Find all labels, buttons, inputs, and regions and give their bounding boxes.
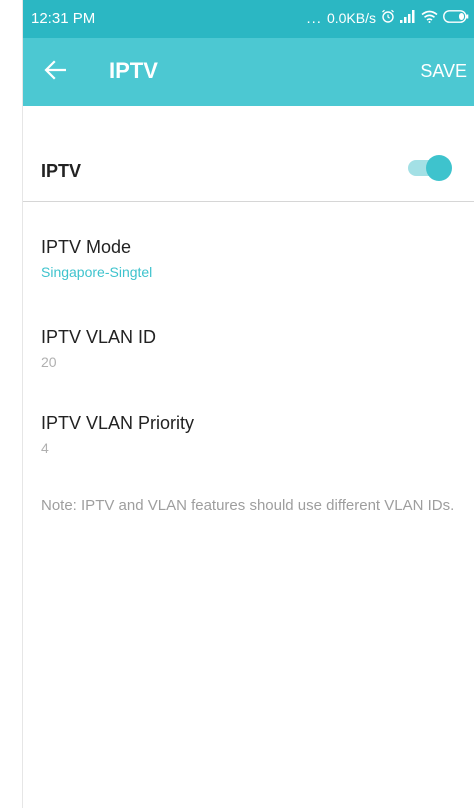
iptv-toggle-switch[interactable]: [408, 153, 454, 181]
setting-value: 20: [41, 354, 57, 370]
app-screen: 12:31 PM ... 0.0KB/s IPTV SAVE IPTV IPTV…: [22, 0, 474, 808]
device-frame: 12:31 PM ... 0.0KB/s IPTV SAVE IPTV IPTV…: [0, 0, 474, 808]
network-speed: 0.0KB/s: [326, 10, 376, 26]
iptv-toggle-label: IPTV: [41, 161, 82, 181]
back-button[interactable]: [37, 54, 73, 90]
setting-iptv-vlan-id[interactable]: IPTV VLAN ID 20: [41, 326, 461, 371]
battery-icon: [443, 9, 469, 27]
left-margin: [0, 0, 22, 808]
setting-title: IPTV Mode: [41, 237, 132, 257]
toggle-thumb: [426, 155, 452, 181]
page-title: IPTV: [109, 58, 158, 83]
setting-iptv-vlan-priority[interactable]: IPTV VLAN Priority 4: [41, 412, 461, 457]
save-button[interactable]: SAVE: [420, 61, 467, 82]
status-time: 12:31 PM: [31, 10, 96, 27]
iptv-toggle-row: IPTV: [23, 138, 474, 200]
setting-value: 4: [41, 440, 49, 456]
app-bar: IPTV SAVE: [23, 38, 474, 106]
setting-title: IPTV VLAN ID: [41, 327, 157, 347]
vlan-note: Note: IPTV and VLAN features should use …: [41, 497, 455, 514]
wifi-icon: [421, 10, 438, 27]
section-divider: [23, 201, 474, 202]
alarm-icon: [381, 9, 395, 27]
status-indicators: ... 0.0KB/s: [306, 9, 469, 27]
status-dots: ...: [306, 9, 322, 27]
signal-icon: [400, 9, 416, 27]
setting-title: IPTV VLAN Priority: [41, 413, 195, 433]
arrow-left-icon: [44, 59, 67, 85]
setting-value: Singapore-Singtel: [41, 264, 153, 280]
status-bar: 12:31 PM ... 0.0KB/s: [23, 0, 474, 38]
setting-iptv-mode[interactable]: IPTV Mode Singapore-Singtel: [41, 236, 461, 281]
